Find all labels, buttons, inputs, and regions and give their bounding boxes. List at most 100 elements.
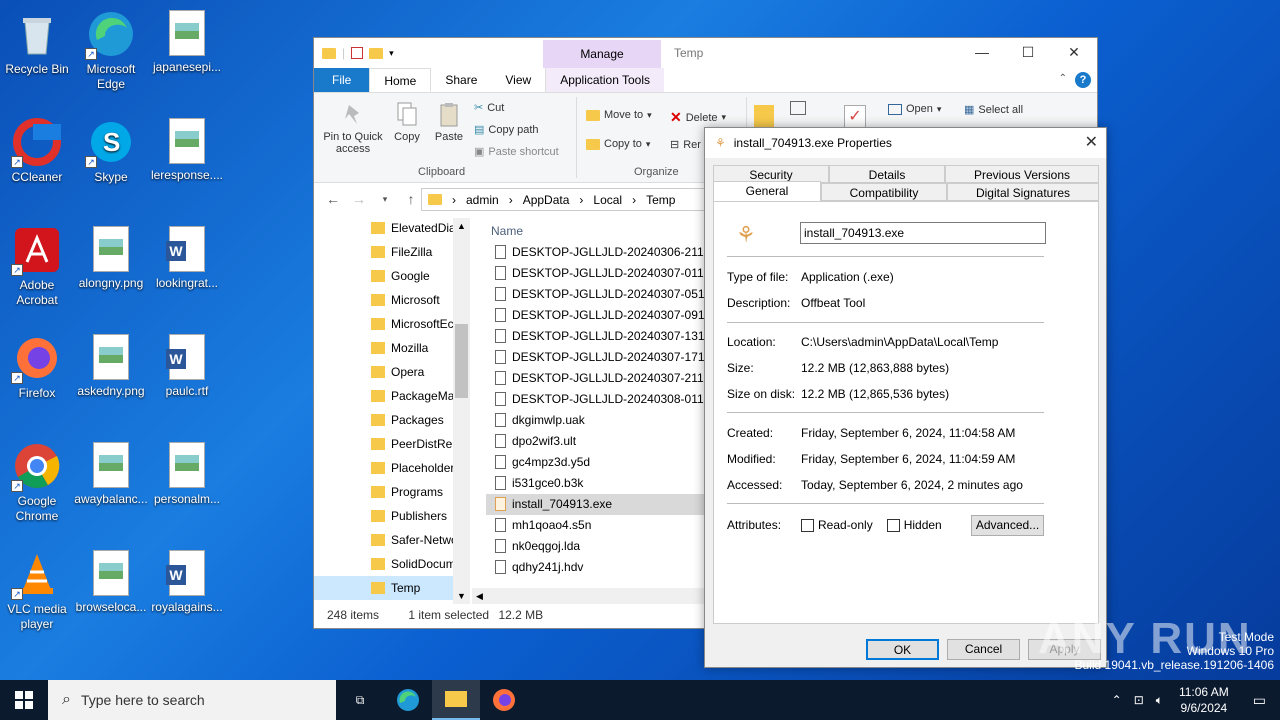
desktop-icon-file[interactable]: leresponse....: [150, 112, 224, 183]
paste-shortcut-button[interactable]: ▣ Paste shortcut: [474, 145, 559, 159]
tree-item[interactable]: Programs: [314, 480, 469, 504]
tree-item[interactable]: Placeholder: [314, 456, 469, 480]
open-button[interactable]: Open ▾: [888, 103, 941, 115]
tree-item[interactable]: Opera: [314, 360, 469, 384]
column-header-name[interactable]: Name: [486, 216, 706, 242]
taskbar-firefox[interactable]: [480, 680, 528, 720]
list-item[interactable]: nk0eqgoj.lda: [486, 536, 706, 557]
notification-icon[interactable]: ▭: [1239, 692, 1280, 709]
recent-chevron-icon[interactable]: ▾: [372, 194, 398, 205]
list-item[interactable]: i531gce0.b3k: [486, 473, 706, 494]
copy-to-button[interactable]: Copy to ▾: [586, 138, 650, 150]
desktop-icon-file[interactable]: W paulc.rtf: [150, 328, 224, 399]
list-item[interactable]: DESKTOP-JGLLJLD-20240307-2110.log: [486, 368, 706, 389]
tab-general[interactable]: General: [713, 181, 821, 203]
manage-tab[interactable]: Manage: [543, 40, 661, 68]
tab-share[interactable]: Share: [431, 68, 491, 92]
back-arrow-icon[interactable]: ←: [320, 191, 346, 207]
tree-item[interactable]: Google: [314, 264, 469, 288]
list-item-selected[interactable]: install_704913.exe: [486, 494, 706, 515]
list-item[interactable]: DESKTOP-JGLLJLD-20240307-1710.log: [486, 347, 706, 368]
tab-application-tools[interactable]: Application Tools: [545, 68, 665, 92]
help-icon[interactable]: ?: [1075, 72, 1091, 88]
tree-item[interactable]: Publishers: [314, 504, 469, 528]
list-item[interactable]: DESKTOP-JGLLJLD-20240307-0910.log: [486, 305, 706, 326]
list-item[interactable]: DESKTOP-JGLLJLD-20240307-0510.log: [486, 284, 706, 305]
cut-button[interactable]: ✂ Cut: [474, 101, 504, 115]
close-icon[interactable]: ✕: [1085, 132, 1098, 152]
tree-item[interactable]: MicrosoftEc: [314, 312, 469, 336]
desktop-icon-edge[interactable]: ↗ Microsoft Edge: [74, 4, 148, 92]
desktop-icon-vlc[interactable]: ↗ VLC media player: [0, 544, 74, 632]
advanced-button[interactable]: Advanced...: [971, 515, 1044, 536]
tree-item[interactable]: PeerDistRep: [314, 432, 469, 456]
tree-item[interactable]: FileZilla: [314, 240, 469, 264]
readonly-checkbox[interactable]: Read-only: [801, 518, 873, 533]
list-item[interactable]: gc4mpz3d.y5d: [486, 452, 706, 473]
new-folder-qa-icon[interactable]: [369, 47, 384, 59]
filename-input[interactable]: install_704913.exe: [800, 222, 1046, 244]
breadcrumb-temp[interactable]: Temp: [646, 193, 675, 207]
list-item[interactable]: DESKTOP-JGLLJLD-20240307-0110.log: [486, 263, 706, 284]
desktop-icon-skype[interactable]: S ↗ Skype: [74, 112, 148, 185]
tab-home[interactable]: Home: [369, 68, 432, 92]
tree-item-temp[interactable]: Temp: [314, 576, 469, 600]
tab-previous-versions[interactable]: Previous Versions: [945, 165, 1099, 183]
desktop-icon-file[interactable]: W lookingrat...: [150, 220, 224, 291]
desktop-icon-firefox[interactable]: ↗ Firefox: [0, 328, 74, 401]
properties-qa-icon[interactable]: [351, 47, 364, 59]
list-item[interactable]: qdhy241j.hdv: [486, 557, 706, 578]
paste-button[interactable]: Paste: [432, 101, 466, 143]
ribbon-collapse-icon[interactable]: ⌃: [1059, 73, 1067, 84]
rename-button[interactable]: ⊟ Rer: [670, 138, 701, 152]
desktop-icon-file[interactable]: japanesepi...: [150, 4, 224, 75]
start-button[interactable]: [0, 680, 48, 720]
minimize-button[interactable]: —: [959, 38, 1005, 68]
breadcrumb-local[interactable]: Local: [593, 193, 622, 207]
select-all-button[interactable]: ▦ Select all: [964, 103, 1023, 117]
volume-icon[interactable]: 🔈︎: [1150, 693, 1169, 708]
clock[interactable]: 11:06 AM 9/6/2024: [1169, 684, 1239, 716]
chevron-down-icon[interactable]: ▾: [389, 48, 394, 59]
close-button[interactable]: ✕: [1051, 38, 1097, 68]
desktop-icon-file[interactable]: personalm...: [150, 436, 224, 507]
taskbar-edge[interactable]: [384, 680, 432, 720]
scroll-thumb[interactable]: [455, 324, 468, 398]
delete-button[interactable]: ✕ Delete ▾: [670, 109, 726, 126]
list-item[interactable]: DESKTOP-JGLLJLD-20240306-2110.log: [486, 242, 706, 263]
task-view-button[interactable]: ⧉: [336, 680, 384, 720]
copy-button[interactable]: Copy: [390, 101, 424, 143]
tab-view[interactable]: View: [491, 68, 545, 92]
desktop-icon-chrome[interactable]: ↗ Google Chrome: [0, 436, 74, 524]
desktop-icon-file[interactable]: askedny.png: [74, 328, 148, 399]
list-item[interactable]: DESKTOP-JGLLJLD-20240308-0110.log: [486, 389, 706, 410]
tab-compatibility[interactable]: Compatibility: [821, 183, 947, 201]
tab-details[interactable]: Details: [829, 165, 945, 183]
tree-item[interactable]: Packages: [314, 408, 469, 432]
breadcrumb-appdata[interactable]: AppData: [523, 193, 570, 207]
forward-arrow-icon[interactable]: →: [346, 191, 372, 207]
taskbar-file-explorer[interactable]: [432, 680, 480, 720]
scroll-up-icon[interactable]: ▲: [453, 218, 470, 234]
copy-path-button[interactable]: ▤ Copy path: [474, 123, 539, 137]
list-item[interactable]: dpo2wif3.ult: [486, 431, 706, 452]
tree-item[interactable]: Mozilla: [314, 336, 469, 360]
desktop-icon-file[interactable]: W royalagains...: [150, 544, 224, 615]
cancel-button[interactable]: Cancel: [947, 639, 1020, 660]
list-item[interactable]: mh1qoao4.s5n: [486, 515, 706, 536]
desktop-icon-file[interactable]: alongny.png: [74, 220, 148, 291]
breadcrumb-admin[interactable]: admin: [466, 193, 499, 207]
tree-item[interactable]: Safer-Netwo: [314, 528, 469, 552]
tree-item[interactable]: SolidDocum: [314, 552, 469, 576]
new-item-icon[interactable]: [790, 101, 806, 115]
desktop-icon-acrobat[interactable]: ↗ Adobe Acrobat: [0, 220, 74, 308]
move-to-button[interactable]: Move to ▾: [586, 109, 652, 121]
scroll-left-icon[interactable]: ◀: [472, 591, 483, 601]
hidden-checkbox[interactable]: Hidden: [886, 518, 942, 533]
pin-quick-access-button[interactable]: Pin to Quick access: [320, 101, 386, 155]
ok-button[interactable]: OK: [866, 639, 939, 660]
tab-file[interactable]: File: [314, 68, 370, 92]
tree-item[interactable]: PackageMa: [314, 384, 469, 408]
network-icon[interactable]: ⊡: [1128, 693, 1150, 707]
desktop-icon-ccleaner[interactable]: ↗ CCleaner: [0, 112, 74, 185]
